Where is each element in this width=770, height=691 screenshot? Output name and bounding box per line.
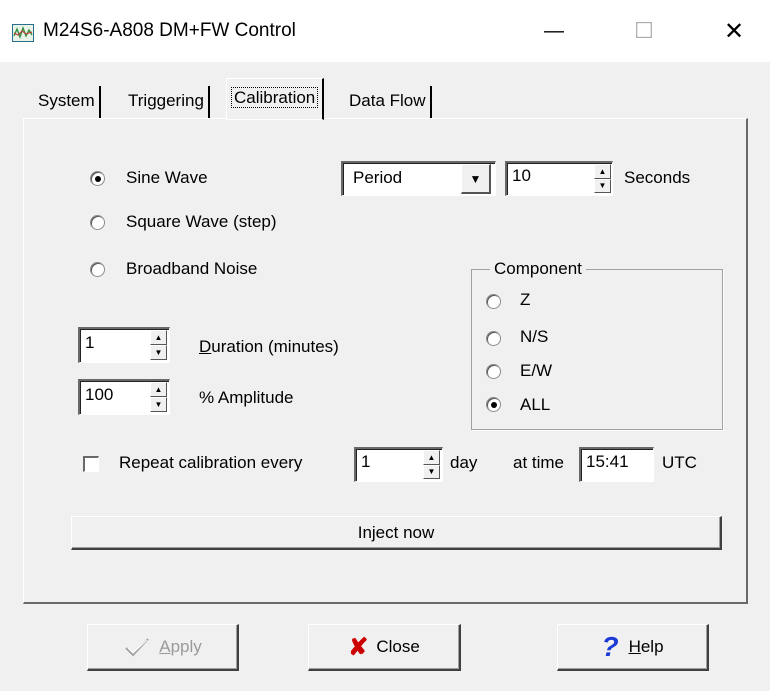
question-icon: ?	[601, 631, 619, 662]
amplitude-spinner[interactable]: 100 ▲ ▼	[78, 379, 170, 415]
x-icon: ✘	[348, 633, 369, 661]
maximize-button[interactable]: ☐	[599, 0, 689, 62]
tab-data-flow[interactable]: Data Flow	[345, 86, 432, 118]
period-mode-value: Period	[353, 168, 403, 187]
tab-triggering[interactable]: Triggering	[124, 86, 210, 118]
component-ew-label: E/W	[520, 361, 553, 380]
spin-down-icon[interactable]: ▼	[423, 464, 440, 479]
spin-up-icon[interactable]: ▲	[423, 450, 440, 465]
repeat-spin-buttons[interactable]: ▲ ▼	[423, 450, 440, 479]
period-dropdown-button[interactable]: ▼	[461, 164, 491, 194]
duration-label: Duration (minutes)	[199, 337, 339, 357]
close-button[interactable]: ✘ Close	[308, 624, 461, 671]
time-value: 15:41	[586, 452, 629, 471]
spin-up-icon[interactable]: ▲	[150, 330, 167, 345]
apply-label: Apply	[159, 637, 202, 657]
at-time-label: at time	[513, 453, 565, 472]
duration-spin-buttons[interactable]: ▲ ▼	[150, 330, 167, 360]
component-group-title: Component	[490, 259, 586, 279]
close-window-button[interactable]: ✕	[689, 0, 770, 62]
amplitude-value: 100	[85, 385, 114, 404]
tab-calibration[interactable]: Calibration	[226, 78, 325, 120]
period-mode-select[interactable]: Period ▼	[341, 161, 496, 196]
utc-label: UTC	[662, 453, 697, 472]
minimize-icon: —	[544, 19, 564, 42]
apply-accel-key: A	[159, 637, 171, 656]
spin-up-icon[interactable]: ▲	[150, 382, 167, 397]
broadband-noise-radio[interactable]	[90, 262, 105, 277]
chevron-down-icon: ▼	[469, 171, 482, 186]
title-bar: M24S6-A808 DM+FW Control — ☐ ✕	[0, 0, 770, 62]
close-icon: ✕	[723, 17, 745, 45]
close-label: Close	[376, 637, 420, 656]
duration-label-rest: uration (minutes)	[211, 337, 339, 356]
apply-button[interactable]: Apply	[87, 624, 239, 671]
component-all-label: ALL	[520, 395, 551, 414]
inject-now-button[interactable]: Inject now	[71, 516, 722, 550]
repeat-unit-label: day	[450, 453, 478, 472]
duration-spinner[interactable]: 1 ▲ ▼	[78, 327, 170, 363]
spin-down-icon[interactable]: ▼	[150, 345, 167, 360]
help-accel-key: H	[628, 637, 641, 656]
period-value-spinner[interactable]: 10 ▲ ▼	[505, 161, 613, 196]
repeat-every-spinner[interactable]: 1 ▲ ▼	[354, 447, 443, 482]
spin-up-icon[interactable]: ▲	[594, 164, 611, 179]
component-all-radio[interactable]	[486, 397, 501, 412]
broadband-noise-label: Broadband Noise	[126, 259, 258, 278]
duration-value: 1	[85, 333, 95, 352]
sine-wave-radio[interactable]	[90, 171, 105, 186]
square-wave-radio[interactable]	[90, 215, 105, 230]
window-title: M24S6-A808 DM+FW Control	[43, 20, 296, 41]
repeat-every-value: 1	[361, 452, 371, 471]
check-icon	[125, 638, 149, 657]
component-ew-radio[interactable]	[486, 364, 501, 379]
component-ns-label: N/S	[520, 327, 549, 346]
component-z-label: Z	[520, 290, 531, 309]
repeat-checkbox[interactable]	[83, 456, 99, 472]
spin-down-icon[interactable]: ▼	[594, 178, 611, 193]
help-label-rest: elp	[640, 637, 664, 656]
help-label: Help	[629, 637, 664, 657]
spin-down-icon[interactable]: ▼	[150, 397, 167, 412]
period-unit-label: Seconds	[624, 168, 691, 187]
minimize-button[interactable]: —	[509, 0, 599, 62]
period-value: 10	[512, 166, 531, 185]
help-button[interactable]: ? Help	[557, 624, 709, 671]
component-group	[471, 269, 723, 430]
period-spin-buttons[interactable]: ▲ ▼	[594, 164, 611, 193]
amplitude-spin-buttons[interactable]: ▲ ▼	[150, 382, 167, 412]
apply-label-rest: pply	[170, 637, 202, 656]
amplitude-label: % Amplitude	[199, 388, 294, 407]
duration-accel-key: D	[199, 337, 212, 356]
maximize-icon: ☐	[634, 18, 654, 43]
tab-calibration-label: Calibration	[231, 87, 319, 108]
square-wave-label: Square Wave (step)	[126, 212, 277, 231]
sine-wave-label: Sine Wave	[126, 168, 208, 187]
tab-system[interactable]: System	[34, 86, 101, 118]
repeat-label: Repeat calibration every	[119, 453, 303, 472]
time-input[interactable]: 15:41	[579, 447, 654, 482]
app-icon	[12, 24, 34, 42]
component-z-radio[interactable]	[486, 294, 501, 309]
component-ns-radio[interactable]	[486, 331, 501, 346]
